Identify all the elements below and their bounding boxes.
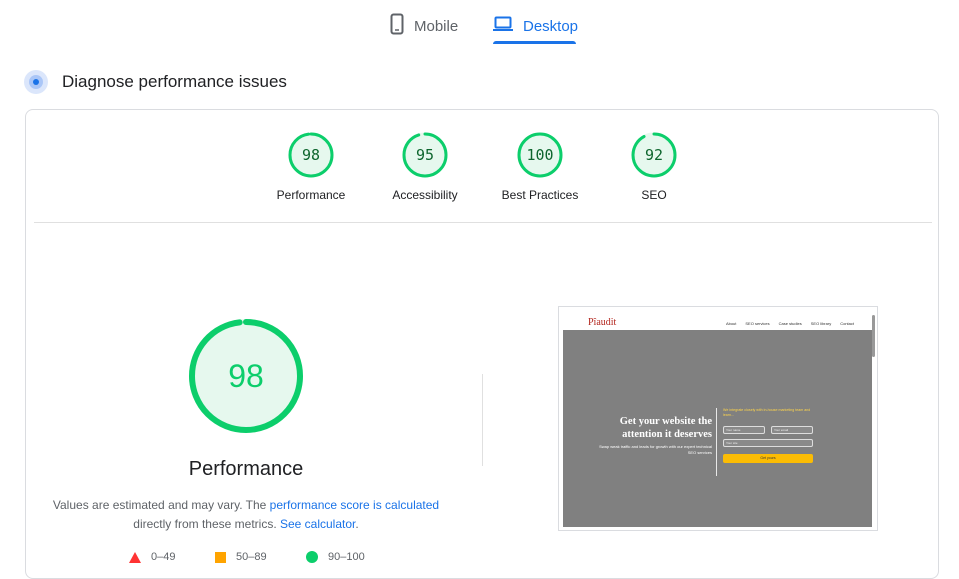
svg-text:95: 95 (416, 146, 434, 164)
screenshot-nav-item: About (725, 321, 737, 326)
svg-text:100: 100 (526, 146, 553, 164)
performance-gauge-large: 98 (189, 319, 303, 433)
phone-icon (390, 13, 404, 39)
device-tabs: Mobile Desktop (0, 0, 959, 46)
gauge-best-practices[interactable]: 100 Best Practices (485, 131, 595, 202)
gauge-accessibility-label: Accessibility (392, 188, 458, 202)
screenshot-headline: Get your website the attention it deserv… (619, 416, 712, 440)
screenshot-nav-item: Contact (840, 321, 854, 326)
diagnose-icon (24, 70, 48, 94)
circle-icon (306, 551, 318, 563)
screenshot-form-text: We integrate closely with in-house marke… (723, 408, 811, 417)
section-title: Diagnose performance issues (62, 72, 287, 91)
screenshot-nav-item: Case studies (778, 321, 802, 326)
legend-fail: 0–49 (129, 551, 175, 563)
note-text: Values are estimated and may vary. The (52, 498, 270, 512)
triangle-icon (129, 551, 141, 563)
see-calculator-link[interactable]: See calculator (280, 517, 355, 531)
laptop-icon (493, 16, 513, 36)
legend-average: 50–89 (215, 551, 267, 563)
screenshot-logo: Pîaudit (588, 317, 617, 328)
performance-title: Performance (188, 458, 304, 480)
screenshot-name-input: Your name (723, 426, 765, 434)
square-icon (215, 551, 226, 563)
screenshot-subtext: Swap weak traffic and leads for growth w… (599, 444, 712, 455)
final-screenshot[interactable]: Pîaudit About SEO services Case studies … (558, 306, 878, 531)
gauge-performance-label: Performance (276, 188, 346, 202)
gauge-performance-ring: 98 (288, 132, 334, 178)
legend-fail-range: 0–49 (151, 551, 176, 563)
gauge-performance[interactable]: 98 Performance (256, 131, 366, 202)
tab-desktop-label: Desktop (523, 17, 579, 35)
screenshot-scrollbar (872, 315, 875, 357)
gauge-accessibility-ring: 95 (402, 132, 448, 178)
screenshot-site-input: Your site (723, 439, 813, 447)
gauge-seo[interactable]: 92 SEO (599, 131, 709, 202)
score-calculated-link[interactable]: performance score is calculated (270, 498, 439, 512)
screenshot-divider (716, 408, 717, 476)
gauge-best-practices-label: Best Practices (501, 188, 579, 202)
svg-text:92: 92 (645, 146, 663, 164)
legend-pass: 90–100 (306, 551, 365, 563)
gauge-accessibility[interactable]: 95 Accessibility (370, 131, 480, 202)
tab-mobile[interactable]: Mobile (390, 8, 458, 44)
svg-text:98: 98 (302, 146, 320, 164)
note-end: . (355, 517, 359, 531)
divider (34, 222, 932, 223)
active-tab-indicator (493, 41, 576, 44)
svg-text:98: 98 (228, 358, 264, 394)
screenshot-cta-button: Get yours (723, 454, 813, 463)
legend-average-range: 50–89 (236, 551, 267, 563)
tab-mobile-label: Mobile (414, 17, 459, 35)
screenshot-nav-item: SEO library (810, 321, 832, 326)
vertical-divider (482, 374, 483, 466)
performance-note: Values are estimated and may vary. The p… (40, 496, 452, 534)
tab-desktop[interactable]: Desktop (493, 8, 578, 44)
screenshot-nav: About SEO services Case studies SEO libr… (726, 321, 854, 326)
screenshot-email-input: Your email (771, 426, 813, 434)
gauge-best-practices-ring: 100 (517, 132, 563, 178)
gauge-seo-ring: 92 (631, 132, 677, 178)
screenshot-hero: Get your website the attention it deserv… (563, 330, 872, 527)
screenshot-nav-item: SEO services (745, 321, 770, 326)
legend-pass-range: 90–100 (328, 551, 365, 563)
gauge-seo-label: SEO (641, 188, 667, 202)
note-text-2: directly from these metrics. (133, 517, 280, 531)
